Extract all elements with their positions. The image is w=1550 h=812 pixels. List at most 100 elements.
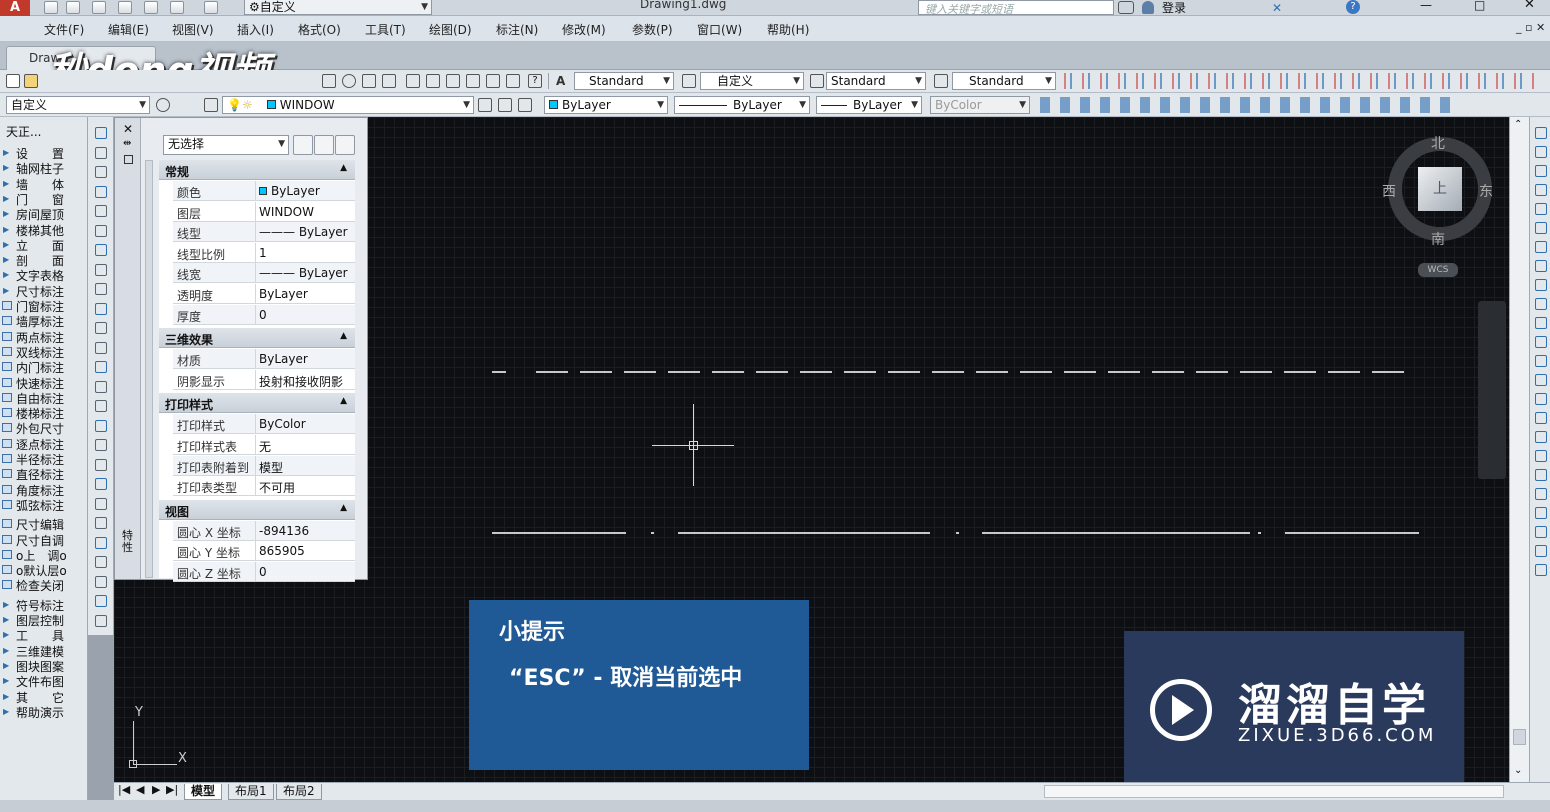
modify-tool-icon[interactable] [1535, 146, 1547, 158]
menu-help[interactable]: 帮助(H) [767, 21, 809, 38]
settings-icon[interactable] [156, 98, 170, 112]
draw-tool-icon[interactable] [95, 439, 107, 451]
text-style-combo[interactable]: Standard ▼ [574, 72, 674, 90]
property-row[interactable]: 打印表类型 不可用 [173, 476, 355, 497]
linetype-combo[interactable]: ByLayer ▼ [674, 96, 810, 114]
user-icon[interactable] [1142, 1, 1154, 14]
zoom-window-icon[interactable] [362, 74, 376, 88]
property-row[interactable]: 打印表附着到 模型 [173, 455, 355, 476]
new-file-icon[interactable] [44, 1, 58, 14]
compass-east[interactable]: 东 [1479, 181, 1493, 201]
dim-style-combo[interactable]: 自定义 ▼ [700, 72, 804, 90]
markup-icon[interactable] [486, 74, 500, 88]
draw-tool-icon[interactable] [95, 263, 107, 276]
property-section-header[interactable]: 三维效果 ▲ [159, 328, 355, 349]
redo-icon[interactable] [204, 1, 218, 14]
app-logo-icon[interactable]: A [0, 0, 30, 16]
close-button[interactable]: ✕ [1524, 0, 1535, 12]
left-panel-item[interactable]: 外包尺寸 [0, 420, 88, 436]
layer-previous-icon[interactable] [498, 98, 512, 112]
layer-combo[interactable]: 💡☼ WINDOW ▼ [222, 96, 474, 114]
last-tab-arrow[interactable]: ▶| [166, 783, 178, 796]
property-row[interactable]: 颜色 ByLayer [173, 181, 355, 201]
menu-dimension[interactable]: 标注(N) [496, 21, 538, 38]
property-row[interactable]: 透明度 ByLayer [173, 284, 355, 304]
draw-tool-icon[interactable] [95, 614, 107, 627]
draw-tool-icon[interactable] [95, 146, 107, 159]
binoculars-icon[interactable] [1118, 1, 1134, 14]
save-icon[interactable] [92, 1, 106, 14]
modify-tool-icon[interactable] [1535, 127, 1547, 139]
selection-combo[interactable]: 无选择 ▼ [163, 135, 289, 155]
workspace-select[interactable]: 自定义 ▼ [6, 96, 150, 114]
modify-tool-icon[interactable] [1535, 317, 1547, 329]
property-row[interactable]: 阴影显示 投射和接收阴影 [173, 369, 355, 390]
tangent-tools-group[interactable] [1040, 97, 1450, 113]
draw-tool-icon[interactable] [95, 575, 107, 588]
maximize-button[interactable]: □ [1474, 0, 1485, 12]
property-row[interactable]: 线宽 ——— ByLayer [173, 263, 355, 284]
multileader-style-combo[interactable]: Standard ▼ [952, 72, 1056, 90]
open-icon[interactable] [24, 74, 38, 88]
compass-north[interactable]: 北 [1431, 133, 1445, 153]
vertical-scrollbar[interactable]: ⌃ ⌄ [1509, 117, 1529, 782]
left-panel-item[interactable]: o默认层o [0, 562, 88, 578]
print-icon[interactable] [144, 1, 158, 14]
left-panel-item[interactable]: 自由标注 [0, 390, 88, 406]
open-file-icon[interactable] [66, 1, 80, 14]
modify-tool-icon[interactable] [1535, 412, 1547, 424]
plotstyle-combo[interactable]: ByColor ▼ [930, 96, 1030, 114]
draw-tool-icon[interactable] [95, 419, 107, 432]
color-combo[interactable]: ByLayer ▼ [544, 96, 668, 114]
compass-west[interactable]: 西 [1382, 181, 1396, 201]
modify-tool-icon[interactable] [1535, 450, 1547, 462]
draw-tool-icon[interactable] [95, 302, 107, 315]
left-panel-item[interactable]: 半径标注 [0, 451, 88, 467]
left-panel-item[interactable]: 逐点标注 [0, 436, 88, 452]
property-section-header[interactable]: 常规 ▲ [159, 160, 355, 180]
login-link[interactable]: 登录 [1162, 0, 1186, 16]
modify-tool-icon[interactable] [1535, 336, 1547, 348]
draw-tool-icon[interactable] [95, 283, 107, 295]
draw-tool-icon[interactable] [95, 205, 107, 217]
palette-menu-icon[interactable] [124, 155, 133, 164]
left-panel-item[interactable]: 两点标注 [0, 329, 88, 345]
draw-tool-icon[interactable] [95, 556, 107, 568]
prev-tab-arrow[interactable]: ◀ [136, 783, 144, 796]
navigation-bar[interactable] [1478, 301, 1506, 479]
help-icon[interactable]: ? [1346, 0, 1360, 14]
new-icon[interactable] [6, 74, 20, 88]
left-panel-item[interactable]: 墙厚标注 [0, 313, 88, 329]
property-row[interactable]: 圆心 Y 坐标 865905 [173, 541, 355, 562]
modify-tool-icon[interactable] [1535, 526, 1547, 538]
draw-tool-icon[interactable] [95, 595, 107, 607]
left-panel-item[interactable]: ▶ 三维建模 [0, 643, 88, 659]
property-row[interactable]: 打印样式 ByColor [173, 414, 355, 435]
left-panel-item[interactable]: ▶ 尺寸标注 [0, 283, 88, 299]
property-row[interactable]: 打印样式表 无 [173, 435, 355, 455]
left-panel-item[interactable]: ▶ 房间屋顶 [0, 206, 88, 222]
left-panel-item[interactable]: ▶ 门 窗 [0, 191, 88, 207]
properties-icon[interactable] [406, 74, 420, 88]
left-panel-item[interactable]: 直径标注 [0, 466, 88, 482]
compass-south[interactable]: 南 [1431, 229, 1445, 249]
menu-view[interactable]: 视图(V) [172, 21, 214, 38]
menu-parametric[interactable]: 参数(P) [632, 21, 673, 38]
left-panel-item[interactable]: ▶ 楼梯其他 [0, 222, 88, 238]
left-panel-item[interactable]: ▶ 图块图案 [0, 658, 88, 674]
property-section-header[interactable]: 视图 ▲ [159, 499, 355, 520]
left-panel-item[interactable]: 尺寸自调 [0, 532, 88, 548]
restore-icon[interactable]: _ ▫ ✕ [1516, 21, 1545, 34]
left-panel-item[interactable]: 双线标注 [0, 344, 88, 360]
draw-tool-icon[interactable] [95, 244, 107, 256]
draw-tool-icon[interactable] [95, 185, 107, 198]
modify-tool-icon[interactable] [1535, 545, 1547, 557]
left-panel-item[interactable]: 尺寸编辑 [0, 516, 88, 532]
menu-edit[interactable]: 编辑(E) [108, 21, 149, 38]
left-panel-item[interactable]: 快速标注 [0, 375, 88, 391]
design-center-icon[interactable] [426, 74, 440, 88]
modify-tool-icon[interactable] [1535, 298, 1547, 310]
modify-tool-icon[interactable] [1535, 488, 1547, 500]
exchange-icon[interactable]: ✕ [1272, 1, 1282, 15]
lineweight-combo[interactable]: ByLayer ▼ [816, 96, 922, 114]
